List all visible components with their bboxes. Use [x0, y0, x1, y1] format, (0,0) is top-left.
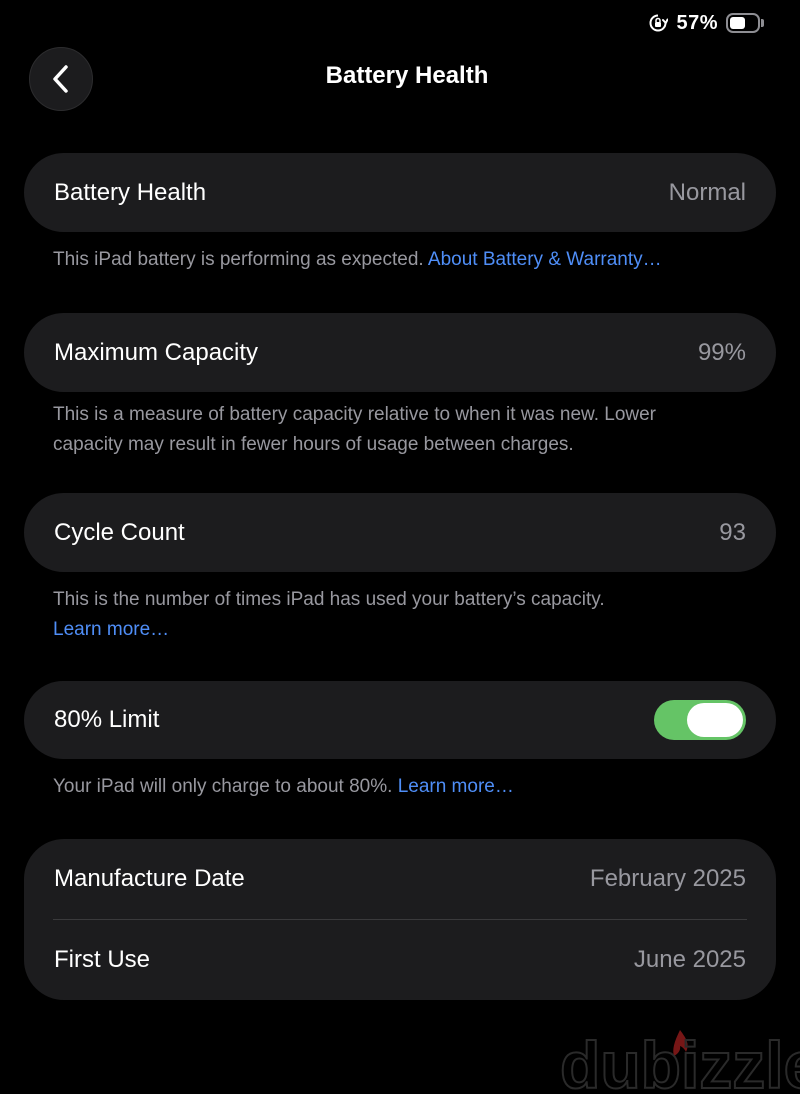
limit-learn-more-link[interactable]: Learn more…: [398, 776, 514, 797]
battery-health-row: Battery Health Normal: [24, 153, 776, 232]
limit-note-text: Your iPad will only charge to about 80%.: [53, 776, 398, 797]
about-battery-warranty-link[interactable]: About Battery & Warranty…: [428, 249, 662, 270]
cycle-count-note-text: This is the number of times iPad has use…: [53, 589, 605, 610]
dubizzle-watermark: dubizzle: [560, 1027, 800, 1094]
status-bar: 57%: [648, 10, 764, 36]
cycle-count-learn-more-link[interactable]: Learn more…: [53, 619, 169, 640]
manufacture-date-row: Manufacture Date February 2025: [24, 839, 776, 919]
first-use-label: First Use: [54, 946, 150, 973]
dates-card: Manufacture Date February 2025 First Use…: [24, 839, 776, 1000]
battery-health-value: Normal: [668, 178, 746, 206]
battery-percent: 57%: [676, 11, 718, 34]
watermark-text: dubizzle: [560, 1028, 800, 1094]
maximum-capacity-label: Maximum Capacity: [54, 338, 259, 366]
limit-note: Your iPad will only charge to about 80%.…: [53, 772, 753, 802]
cycle-count-row: Cycle Count 93: [24, 493, 776, 572]
toggle-knob: [687, 703, 743, 737]
maximum-capacity-note-line2: capacity may result in fewer hours of us…: [53, 434, 574, 455]
battery-health-label: Battery Health: [54, 178, 207, 206]
manufacture-date-label: Manufacture Date: [54, 865, 245, 892]
maximum-capacity-row: Maximum Capacity 99%: [24, 313, 776, 392]
maximum-capacity-value: 99%: [697, 338, 746, 366]
first-use-row: First Use June 2025: [24, 920, 776, 1000]
maximum-capacity-note: This is a measure of battery capacity re…: [53, 400, 753, 460]
battery-health-note-text: This iPad battery is performing as expec…: [53, 249, 428, 270]
manufacture-date-value: February 2025: [589, 865, 746, 892]
limit-toggle[interactable]: [654, 700, 746, 740]
battery-fill: [730, 17, 745, 29]
battery-icon: [726, 11, 764, 35]
cycle-count-note: This is the number of times iPad has use…: [53, 585, 753, 645]
cycle-count-label: Cycle Count: [54, 518, 185, 546]
maximum-capacity-note-line1: This is a measure of battery capacity re…: [53, 404, 656, 425]
limit-row: 80% Limit: [24, 681, 776, 759]
limit-label: 80% Limit: [54, 706, 160, 733]
battery-health-note: This iPad battery is performing as expec…: [53, 245, 753, 275]
orientation-lock-icon: [650, 14, 669, 32]
first-use-value: June 2025: [633, 946, 746, 973]
page-title: Battery Health: [325, 62, 489, 89]
cycle-count-value: 93: [719, 518, 746, 546]
